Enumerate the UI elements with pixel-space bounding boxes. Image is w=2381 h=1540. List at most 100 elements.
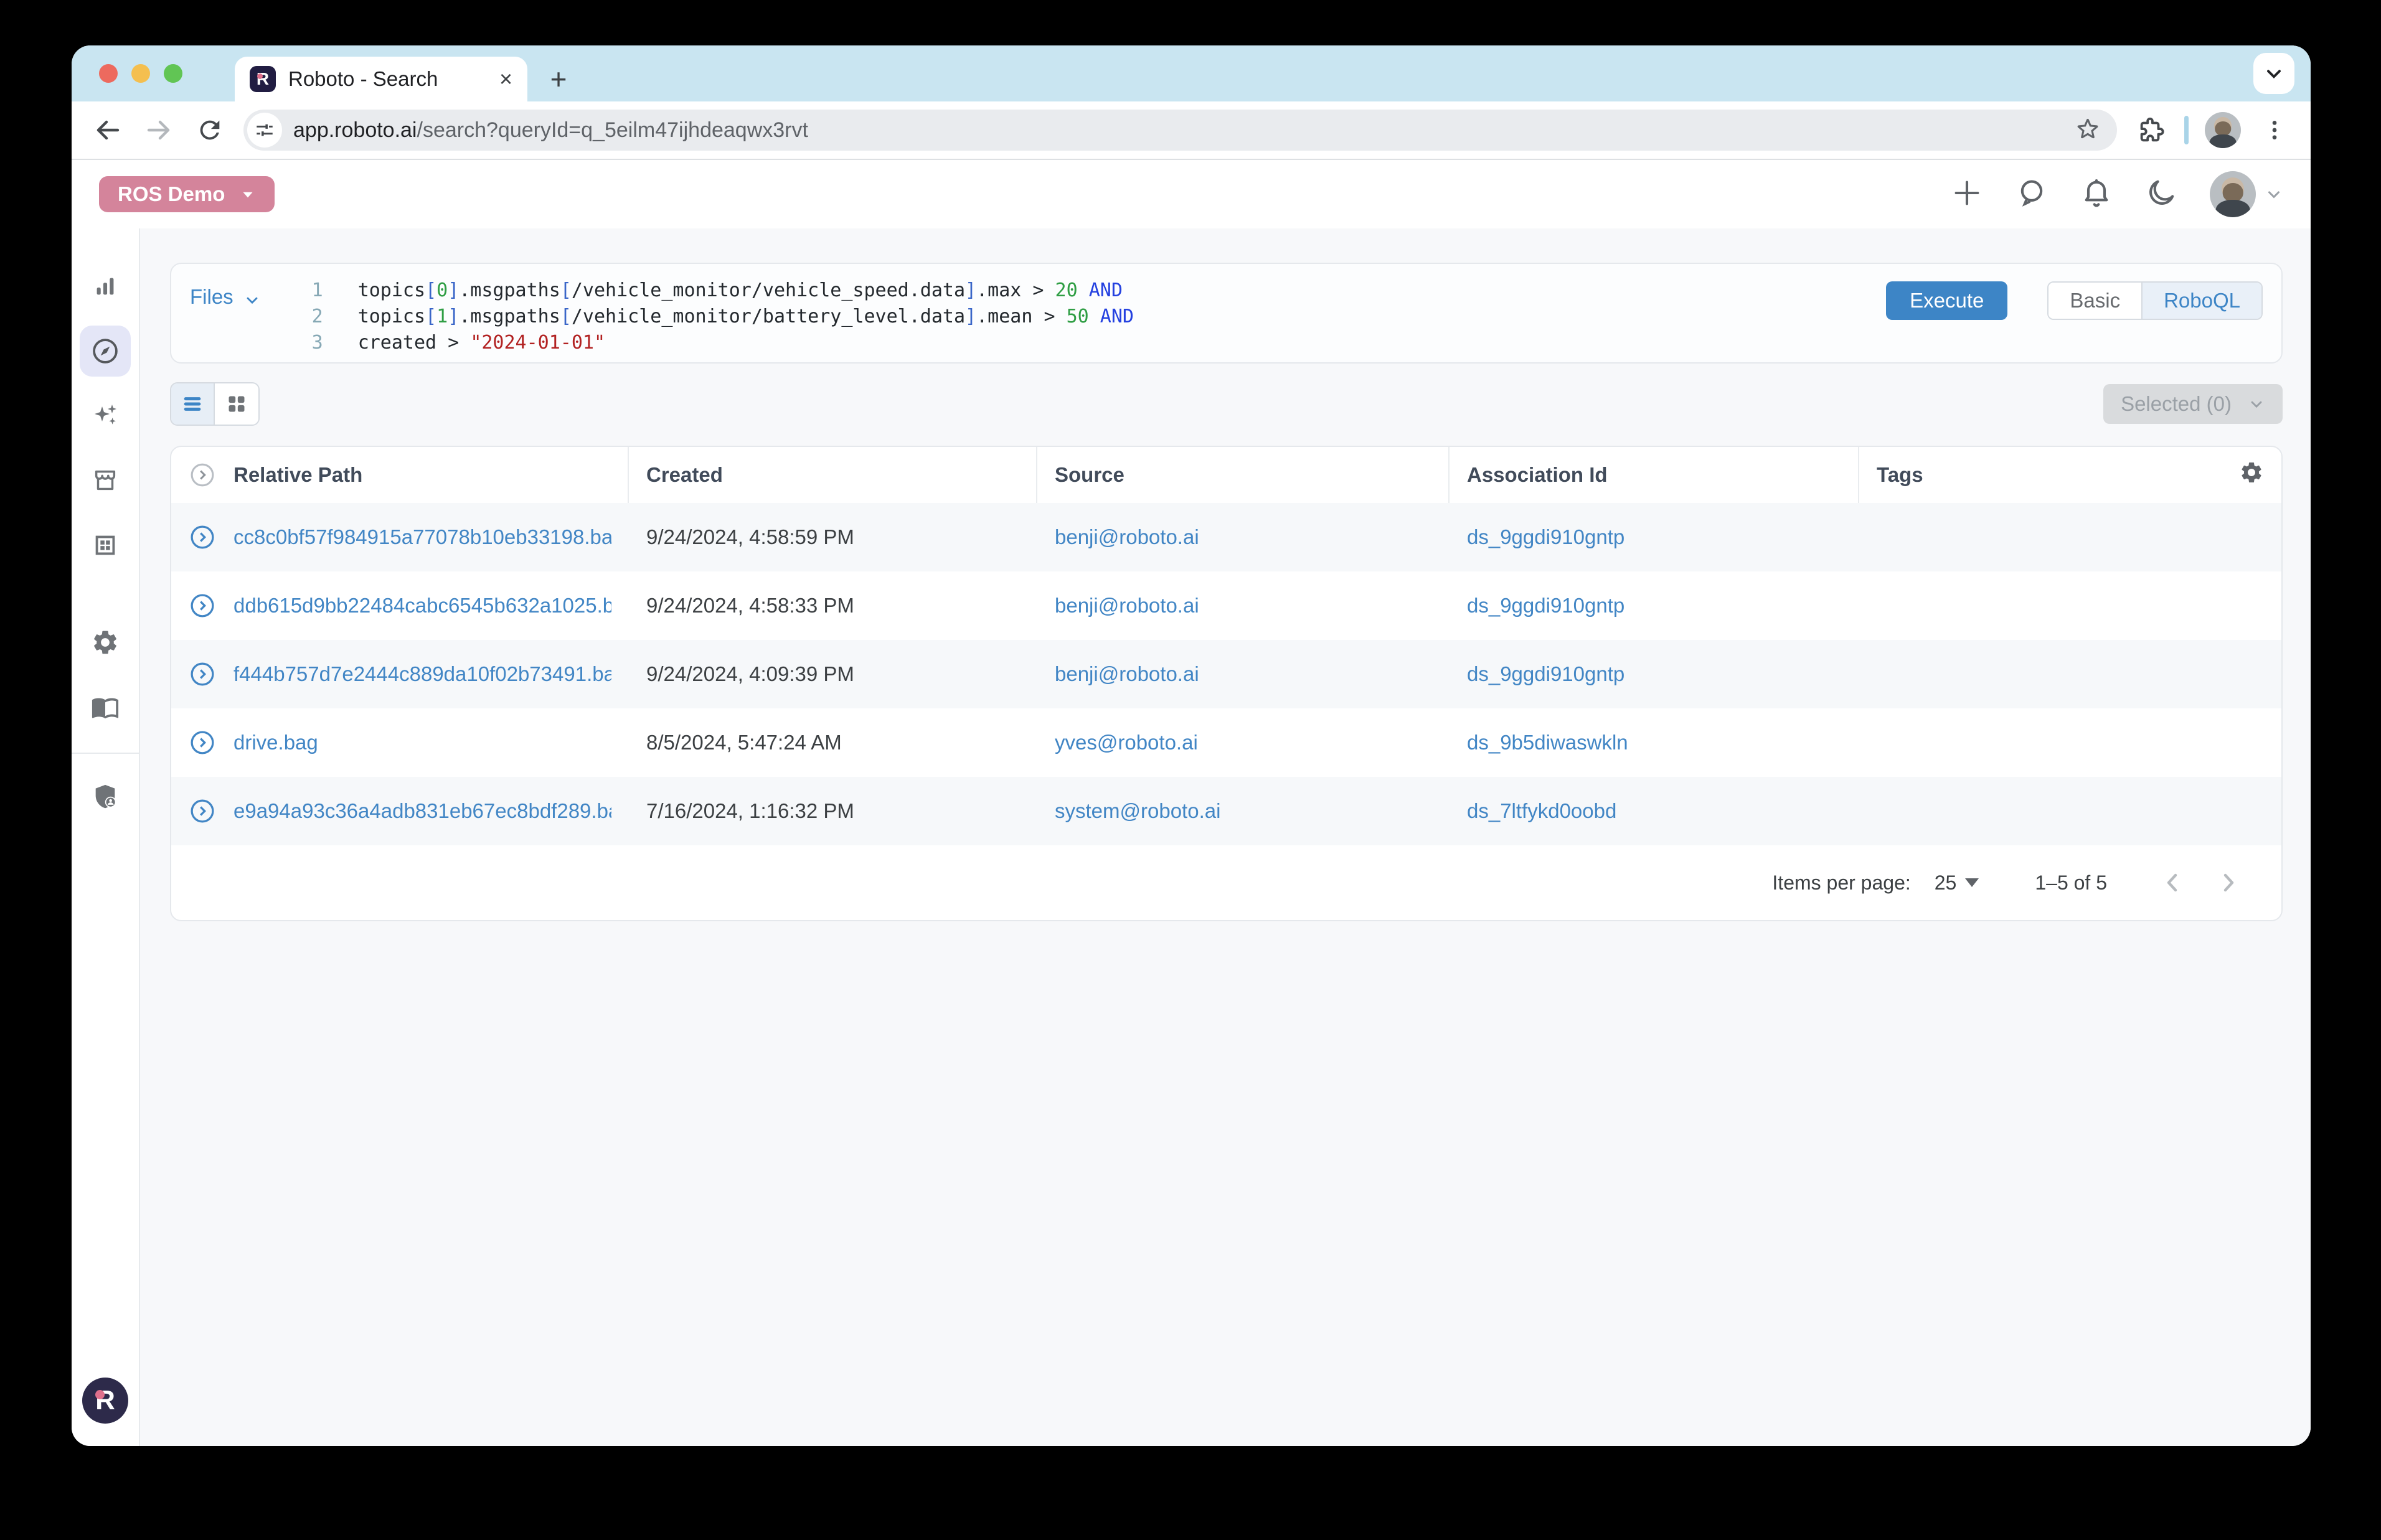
expand-row-button[interactable]	[189, 729, 216, 756]
sidebar-item-docs[interactable]	[80, 682, 131, 733]
notifications-button[interactable]	[2080, 177, 2113, 212]
url-bar[interactable]: app.roboto.ai/search?queryId=q_5eilm47ij…	[243, 110, 2117, 151]
circle-chevron-right-icon	[189, 729, 216, 756]
association-id-link[interactable]: ds_9ggdi910gntp	[1467, 594, 1624, 617]
header-association-id[interactable]: Association Id	[1450, 447, 1859, 503]
chevron-left-icon	[2157, 868, 2187, 898]
browser-tab[interactable]: R Roboto - Search ×	[235, 57, 527, 101]
code-line[interactable]: 2topics[1].msgpaths[/vehicle_monitor/bat…	[298, 304, 1134, 330]
sidebar-item-admin[interactable]	[80, 771, 131, 822]
zoom-window-button[interactable]	[164, 64, 182, 83]
association-id-link[interactable]: ds_9b5diwaswkln	[1467, 731, 1628, 754]
forward-button[interactable]	[141, 113, 176, 148]
sidebar-item-ai[interactable]	[80, 390, 131, 441]
file-link[interactable]: e9a94a93c36a4adb831eb67ec8bdf289.bag	[233, 799, 611, 823]
mode-roboql-button[interactable]: RoboQL	[2141, 283, 2261, 319]
expand-row-button[interactable]	[189, 660, 216, 688]
back-button[interactable]	[90, 113, 125, 148]
table-row: e9a94a93c36a4adb831eb67ec8bdf289.bag 7/1…	[171, 777, 2281, 845]
file-link[interactable]: ddb615d9bb22484cabc6545b632a1025.bag	[233, 594, 611, 617]
file-link[interactable]: drive.bag	[233, 731, 318, 754]
browser-profile-avatar[interactable]	[2205, 112, 2241, 148]
dark-mode-button[interactable]	[2145, 177, 2177, 212]
chevron-down-icon	[2265, 185, 2283, 204]
source-link[interactable]: system@roboto.ai	[1055, 799, 1220, 823]
items-per-page-select[interactable]: 25	[1935, 871, 1979, 894]
reload-button[interactable]	[192, 113, 227, 148]
line-number: 2	[298, 304, 323, 330]
line-number: 1	[298, 278, 323, 304]
file-link[interactable]: cc8c0bf57f984915a77078b10eb33198.bag	[233, 525, 611, 549]
workspace-switcher-button[interactable]: ROS Demo	[99, 176, 275, 212]
source-link[interactable]: benji@roboto.ai	[1055, 662, 1199, 686]
source-link[interactable]: yves@roboto.ai	[1055, 731, 1198, 754]
table-row: cc8c0bf57f984915a77078b10eb33198.bag 9/2…	[171, 503, 2281, 571]
tab-close-icon[interactable]: ×	[499, 68, 512, 90]
gear-icon	[2239, 460, 2264, 485]
expand-all-icon[interactable]	[189, 461, 216, 489]
chevron-down-icon	[2248, 395, 2265, 413]
sidebar-item-settings[interactable]	[80, 617, 131, 668]
header-created[interactable]: Created	[629, 447, 1037, 503]
execute-button[interactable]: Execute	[1886, 281, 2007, 320]
next-page-button[interactable]	[2200, 855, 2256, 911]
selected-dropdown-button[interactable]: Selected (0)	[2103, 384, 2283, 424]
new-tab-button[interactable]: +	[539, 59, 578, 99]
minimize-window-button[interactable]	[131, 64, 150, 83]
header-tags[interactable]: Tags	[1859, 447, 2281, 503]
source-link[interactable]: benji@roboto.ai	[1055, 525, 1199, 549]
app-header: ROS Demo	[72, 160, 2311, 228]
circle-chevron-right-icon	[189, 660, 216, 688]
file-link[interactable]: f444b757d7e2444c889da10f02b73491.bag	[233, 662, 611, 686]
browser-menu-button[interactable]	[2257, 113, 2292, 148]
tab-search-chevron-button[interactable]	[2253, 53, 2294, 94]
sidebar-item-search[interactable]	[80, 326, 131, 377]
expand-row-button[interactable]	[189, 592, 216, 619]
site-settings-button[interactable]	[247, 113, 282, 148]
sidebar-item-collections[interactable]	[80, 520, 131, 571]
workspace-label: ROS Demo	[118, 182, 225, 206]
mode-basic-button[interactable]: Basic	[2049, 283, 2141, 319]
results-toolbar: Selected (0)	[170, 382, 2283, 426]
table-body: cc8c0bf57f984915a77078b10eb33198.bag 9/2…	[171, 503, 2281, 845]
bookmark-button[interactable]	[2073, 115, 2102, 146]
create-new-button[interactable]	[1951, 177, 1983, 212]
column-settings-button[interactable]	[2239, 460, 2264, 490]
sidebar-item-analytics[interactable]	[80, 261, 131, 312]
browser-window: R Roboto - Search × + app.roboto.ai/sear…	[72, 45, 2311, 1446]
code-lines[interactable]: 1topics[0].msgpaths[/vehicle_monitor/veh…	[298, 278, 1134, 349]
association-id-link[interactable]: ds_7ltfykd0oobd	[1467, 799, 1616, 823]
code-line[interactable]: 1topics[0].msgpaths[/vehicle_monitor/veh…	[298, 278, 1134, 304]
kebab-menu-icon	[2262, 118, 2287, 143]
search-button[interactable]	[2016, 177, 2048, 212]
query-editor: Files 1topics[0].msgpaths[/vehicle_monit…	[170, 263, 2283, 364]
search-compass-icon	[90, 336, 121, 367]
header-relative-path[interactable]: Relative Path	[171, 447, 629, 503]
search-icon	[2016, 177, 2048, 209]
query-scope-dropdown[interactable]: Files	[190, 278, 261, 349]
page-range-label: 1–5 of 5	[2035, 871, 2107, 894]
chevron-down-icon	[243, 291, 261, 309]
list-view-button[interactable]	[171, 383, 215, 425]
expand-row-button[interactable]	[189, 797, 216, 825]
source-link[interactable]: benji@roboto.ai	[1055, 594, 1199, 617]
sidebar-item-marketplace[interactable]	[80, 455, 131, 506]
circle-chevron-right-icon	[189, 461, 216, 489]
grid-view-button[interactable]	[215, 383, 258, 425]
circle-chevron-right-icon	[189, 797, 216, 825]
association-id-link[interactable]: ds_9ggdi910gntp	[1467, 662, 1624, 686]
admin-shield-icon	[91, 782, 120, 811]
previous-page-button[interactable]	[2144, 855, 2200, 911]
expand-row-button[interactable]	[189, 524, 216, 551]
code-line[interactable]: 3created > "2024-01-01"	[298, 330, 1134, 356]
roboto-logo[interactable]: R	[82, 1378, 128, 1424]
forward-arrow-icon	[144, 115, 174, 145]
user-menu[interactable]	[2210, 171, 2283, 217]
caret-down-icon	[1965, 878, 1979, 887]
created-cell: 9/24/2024, 4:58:59 PM	[646, 525, 854, 549]
association-id-link[interactable]: ds_9ggdi910gntp	[1467, 525, 1624, 549]
items-per-page-label: Items per page:	[1772, 871, 1910, 894]
header-source[interactable]: Source	[1037, 447, 1450, 503]
extensions-button[interactable]	[2133, 113, 2168, 148]
close-window-button[interactable]	[99, 64, 118, 83]
